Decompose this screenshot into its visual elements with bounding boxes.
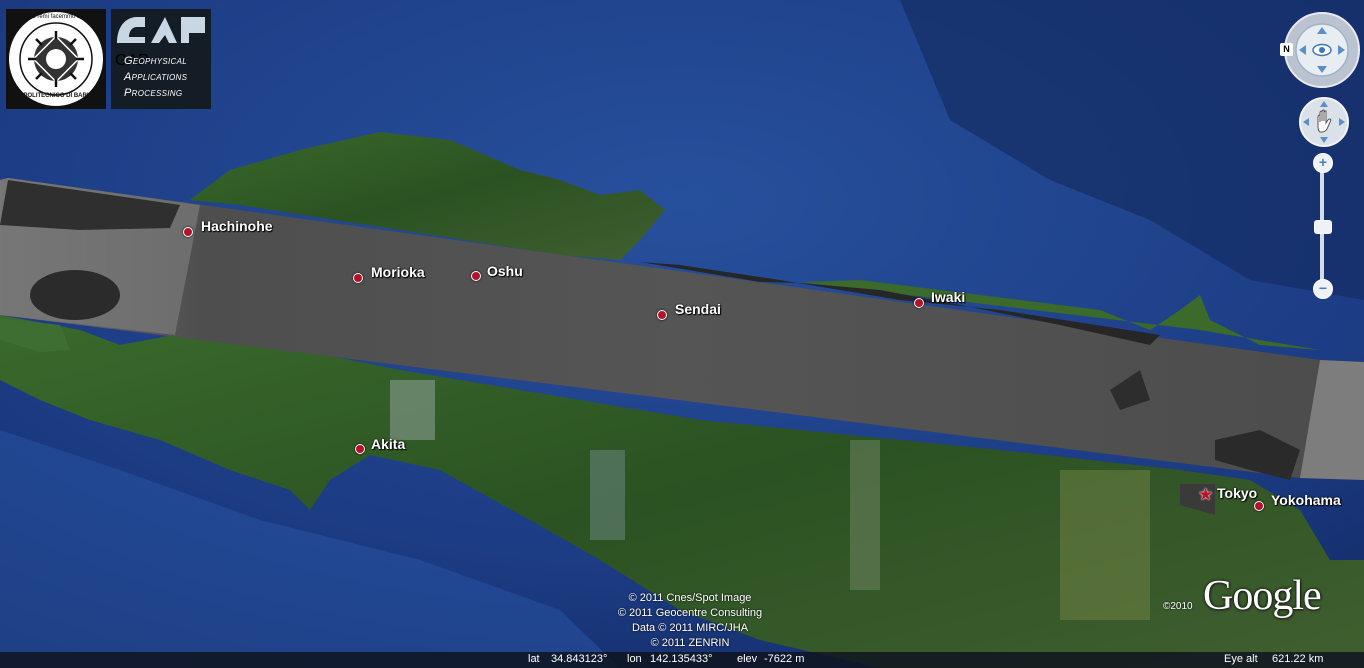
place-label-hachinohe[interactable]: Hachinohe (201, 218, 273, 234)
land-patch (1060, 470, 1150, 620)
eye-icon (1312, 43, 1332, 57)
place-label-oshu[interactable]: Oshu (487, 263, 523, 279)
iwaki-pin[interactable] (914, 298, 924, 308)
gap-mark: GAP (115, 13, 207, 69)
gap-mountain-icon (117, 17, 205, 43)
capital-star-icon[interactable]: ★ (1198, 486, 1213, 503)
eye-alt-label: Eye alt (1224, 653, 1258, 665)
credit-line: © 2011 ZENRIN (650, 637, 730, 649)
place-label-yokohama[interactable]: Yokohama (1271, 492, 1341, 508)
sar-lake (30, 270, 120, 320)
gap-line-3: Processing (124, 87, 183, 99)
poliba-motto: de remi facemmo ali (28, 14, 84, 20)
lon-label: lon (627, 653, 642, 665)
zoom-in-button[interactable]: + (1313, 153, 1333, 173)
politecnico-bari-logo: de remi facemmo ali POLITECNICO DI BARI (6, 9, 106, 109)
sendai-pin[interactable] (657, 310, 667, 320)
akita-pin[interactable] (355, 444, 365, 454)
oshu-pin[interactable] (471, 271, 481, 281)
credit-line: © 2011 Geocentre Consulting (617, 607, 763, 619)
place-label-iwaki[interactable]: Iwaki (931, 289, 965, 305)
elev-label: elev (737, 653, 758, 665)
yokohama-pin[interactable] (1254, 501, 1264, 511)
elev-value: -7622 m (764, 653, 805, 665)
google-logo: Google (1203, 573, 1322, 619)
gap-logo: GAP Geophysical Applications Processing (111, 9, 211, 109)
gap-line-2: Applications (124, 71, 188, 83)
move-control[interactable] (1298, 96, 1350, 148)
look-control[interactable]: N (1280, 10, 1360, 90)
place-label-sendai[interactable]: Sendai (675, 301, 721, 317)
hachinohe-pin[interactable] (183, 227, 193, 237)
poliba-name: POLITECNICO DI BARI (23, 93, 89, 99)
morioka-pin[interactable] (353, 273, 363, 283)
eye-alt-value: 621.22 km (1272, 653, 1324, 665)
lat-value: 34.843123° (551, 653, 608, 665)
copyright-year: ©2010 (1163, 601, 1193, 612)
land-patch (850, 440, 880, 590)
gap-line-1: Geophysical (124, 55, 187, 67)
zoom-thumb[interactable] (1314, 220, 1332, 234)
lon-value: 142.135433° (650, 653, 713, 665)
zoom-slider[interactable]: + − (1313, 153, 1333, 301)
north-up-button[interactable]: N (1280, 43, 1293, 56)
imagery-credits: © 2011 Cnes/Spot Image © 2011 Geocentre … (590, 591, 790, 651)
lat-label: lat (528, 653, 540, 665)
status-bar: lat 34.843123° lon 142.135433° elev -762… (0, 652, 1364, 668)
land-patch (590, 450, 625, 540)
credit-line: © 2011 Cnes/Spot Image (628, 592, 752, 604)
place-label-morioka[interactable]: Morioka (371, 264, 425, 280)
gap-wordmark: Geophysical Applications Processing (124, 53, 187, 101)
zoom-out-button[interactable]: − (1313, 279, 1333, 299)
place-label-akita[interactable]: Akita (371, 436, 405, 452)
credit-line: Data © 2011 MIRC/JHA (631, 622, 749, 634)
place-label-tokyo[interactable]: Tokyo (1217, 485, 1257, 501)
land-patch (390, 380, 435, 440)
